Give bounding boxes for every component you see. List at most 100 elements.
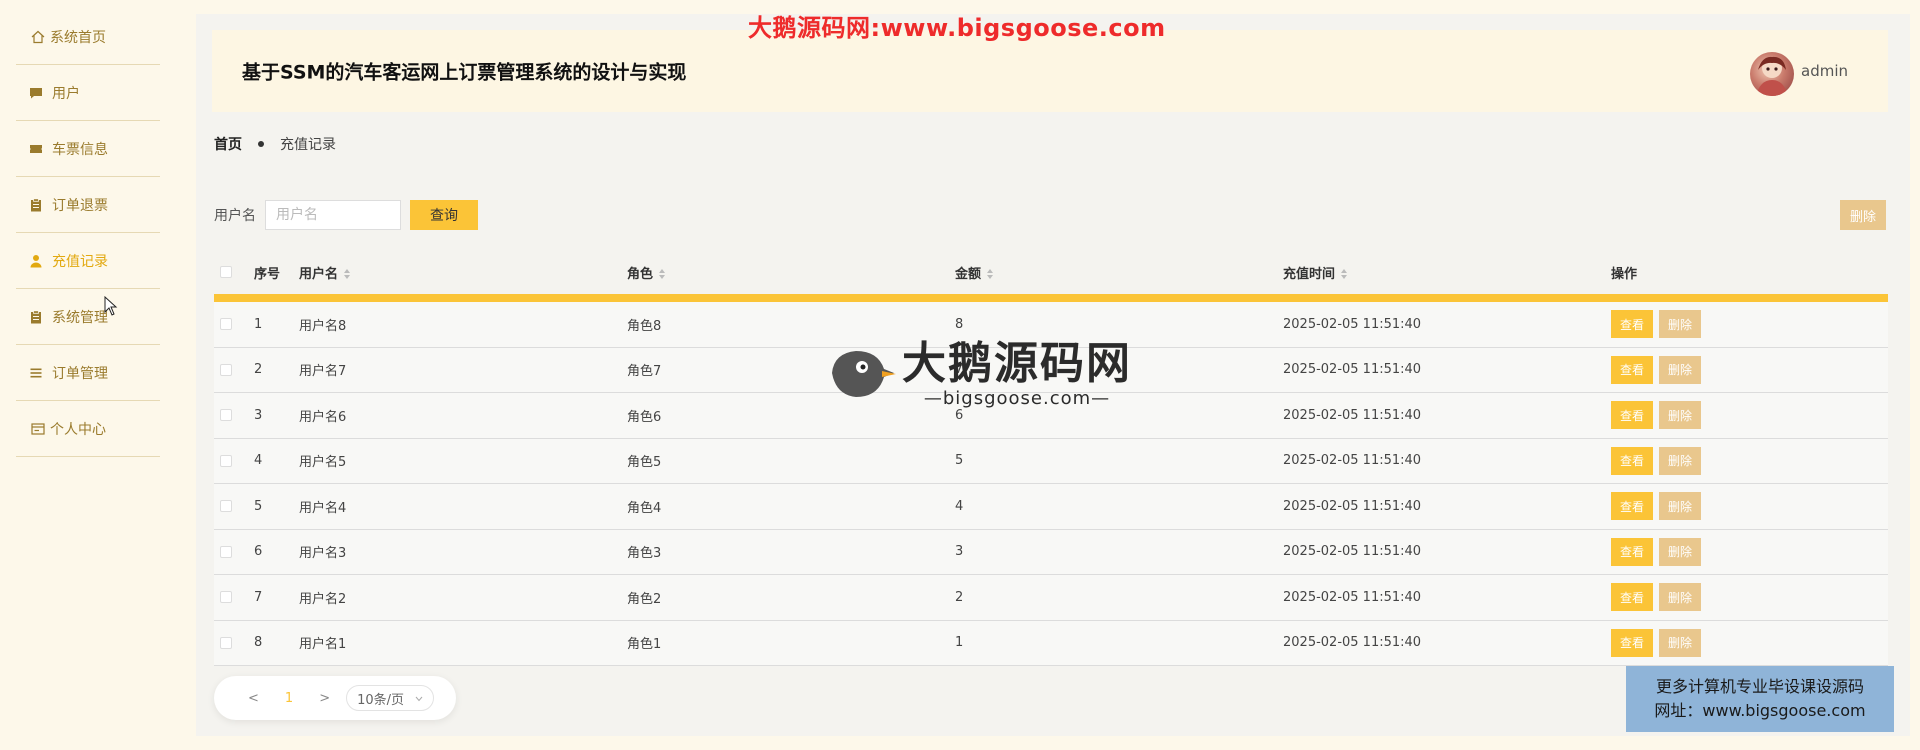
view-button[interactable]: 查看 — [1611, 492, 1653, 521]
row-checkbox[interactable] — [220, 636, 232, 649]
view-button[interactable]: 查看 — [1611, 537, 1653, 566]
delete-button[interactable]: 删除 — [1659, 628, 1701, 657]
username-search-input[interactable] — [265, 200, 401, 230]
delete-button[interactable]: 删除 — [1659, 446, 1701, 475]
row-checkbox[interactable] — [220, 318, 232, 331]
cell-index: 8 — [254, 635, 263, 651]
cell-actions: 查看 删除 — [1611, 446, 1888, 475]
select-all-checkbox[interactable] — [220, 266, 232, 278]
sort-icon[interactable] — [659, 269, 666, 279]
mouse-cursor-icon — [104, 295, 118, 320]
prev-page-button[interactable]: < — [248, 691, 259, 706]
chevron-down-icon — [415, 691, 423, 706]
avatar[interactable] — [1750, 52, 1794, 96]
search-label: 用户名 — [214, 208, 256, 224]
cell-index: 6 — [254, 544, 263, 560]
sidebar-item-tickets[interactable]: 车票信息 — [16, 121, 160, 177]
sidebar-item-users[interactable]: 用户 — [16, 65, 160, 121]
delete-button[interactable]: 删除 — [1659, 401, 1701, 430]
cell-index: 3 — [254, 407, 263, 423]
cell-username: 用户名2 — [299, 591, 347, 607]
goose-logo-icon — [826, 343, 898, 407]
table-row: 6 用户名3 角色3 3 2025-02-05 11:51:40 查看 删除 — [214, 529, 1888, 575]
row-checkbox[interactable] — [220, 500, 232, 513]
sidebar-item-label: 系统管理 — [52, 309, 108, 326]
cell-index: 1 — [254, 316, 263, 332]
sidebar-item-home[interactable]: 系统首页 — [16, 9, 160, 65]
sort-icon[interactable] — [987, 269, 994, 279]
row-checkbox[interactable] — [220, 545, 232, 558]
column-header-amount[interactable]: 金额 — [955, 263, 1283, 282]
cell-actions: 查看 删除 — [1611, 537, 1888, 566]
page-number[interactable]: 1 — [285, 691, 293, 706]
view-button[interactable]: 查看 — [1611, 401, 1653, 430]
username[interactable]: admin — [1801, 62, 1848, 80]
ticket-icon — [28, 141, 44, 157]
breadcrumb-separator — [258, 141, 264, 147]
cell-amount: 4 — [955, 498, 964, 514]
cell-index: 5 — [254, 498, 263, 514]
cell-username: 用户名7 — [299, 364, 347, 380]
watermark-top: 大鹅源码网:www.bigsgoose.com — [748, 14, 1166, 42]
breadcrumb-current: 充值记录 — [280, 137, 336, 153]
cell-time: 2025-02-05 11:51:40 — [1283, 453, 1422, 469]
sidebar-item-refunds[interactable]: 订单退票 — [16, 177, 160, 233]
watermark-logo-title: 大鹅源码网 — [902, 338, 1132, 389]
view-button[interactable]: 查看 — [1611, 355, 1653, 384]
cell-username: 用户名5 — [299, 455, 347, 471]
table-accent-bar — [214, 294, 1888, 302]
page-title: 基于SSM的汽车客运网上订票管理系统的设计与实现 — [242, 61, 687, 84]
view-button[interactable]: 查看 — [1611, 446, 1653, 475]
sidebar-item-orders[interactable]: 订单管理 — [16, 345, 160, 401]
promo-banner: 更多计算机专业毕设课设源码 网址：www.bigsgoose.com — [1626, 666, 1894, 732]
sidebar-item-recharge[interactable]: 充值记录 — [16, 233, 160, 289]
sort-icon[interactable] — [344, 269, 351, 279]
cell-username: 用户名6 — [299, 409, 347, 425]
row-checkbox[interactable] — [220, 454, 232, 467]
cell-amount: 1 — [955, 635, 964, 651]
column-header-role[interactable]: 角色 — [627, 263, 955, 282]
row-checkbox[interactable] — [220, 409, 232, 422]
list-icon — [28, 365, 44, 381]
cell-amount: 3 — [955, 544, 964, 560]
search-button[interactable]: 查询 — [410, 200, 478, 230]
cell-username: 用户名4 — [299, 500, 347, 516]
breadcrumb-home[interactable]: 首页 — [214, 134, 242, 154]
delete-button[interactable]: 删除 — [1659, 355, 1701, 384]
user-icon — [28, 253, 44, 269]
home-icon — [30, 29, 46, 45]
view-button[interactable]: 查看 — [1611, 310, 1653, 339]
sidebar-item-label: 订单管理 — [52, 365, 108, 382]
delete-button[interactable]: 删除 — [1659, 537, 1701, 566]
page-size-select[interactable]: 10条/页 — [346, 685, 435, 711]
cell-role: 角色8 — [627, 318, 662, 334]
sidebar-item-system[interactable]: 系统管理 — [16, 289, 160, 345]
cell-role: 角色1 — [627, 637, 662, 653]
watermark-logo: 大鹅源码网 —bigsgoose.com— — [826, 340, 1132, 409]
sidebar-item-label: 车票信息 — [52, 141, 108, 158]
cell-role: 角色3 — [627, 546, 662, 562]
column-header-username[interactable]: 用户名 — [299, 263, 627, 282]
row-checkbox[interactable] — [220, 591, 232, 604]
table-row: 8 用户名1 角色1 1 2025-02-05 11:51:40 查看 删除 — [214, 620, 1888, 666]
watermark-logo-subtitle: —bigsgoose.com— — [923, 388, 1111, 409]
sidebar-item-profile[interactable]: 个人中心 — [16, 401, 160, 457]
column-header-time[interactable]: 充值时间 — [1283, 263, 1611, 282]
view-button[interactable]: 查看 — [1611, 583, 1653, 612]
column-header-actions: 操作 — [1611, 266, 1638, 282]
delete-button[interactable]: 删除 — [1659, 583, 1701, 612]
clipboard-icon — [28, 197, 44, 213]
cell-actions: 查看 删除 — [1611, 583, 1888, 612]
cell-role: 角色2 — [627, 591, 662, 607]
sidebar-item-label: 充值记录 — [52, 253, 108, 270]
batch-delete-button[interactable]: 删除 — [1840, 200, 1886, 230]
cell-time: 2025-02-05 11:51:40 — [1283, 498, 1422, 514]
clipboard-icon — [28, 309, 44, 325]
next-page-button[interactable]: > — [319, 691, 330, 706]
delete-button[interactable]: 删除 — [1659, 310, 1701, 339]
view-button[interactable]: 查看 — [1611, 628, 1653, 657]
delete-button[interactable]: 删除 — [1659, 492, 1701, 521]
cell-amount: 8 — [955, 316, 964, 332]
sort-icon[interactable] — [1341, 269, 1348, 279]
row-checkbox[interactable] — [220, 363, 232, 376]
